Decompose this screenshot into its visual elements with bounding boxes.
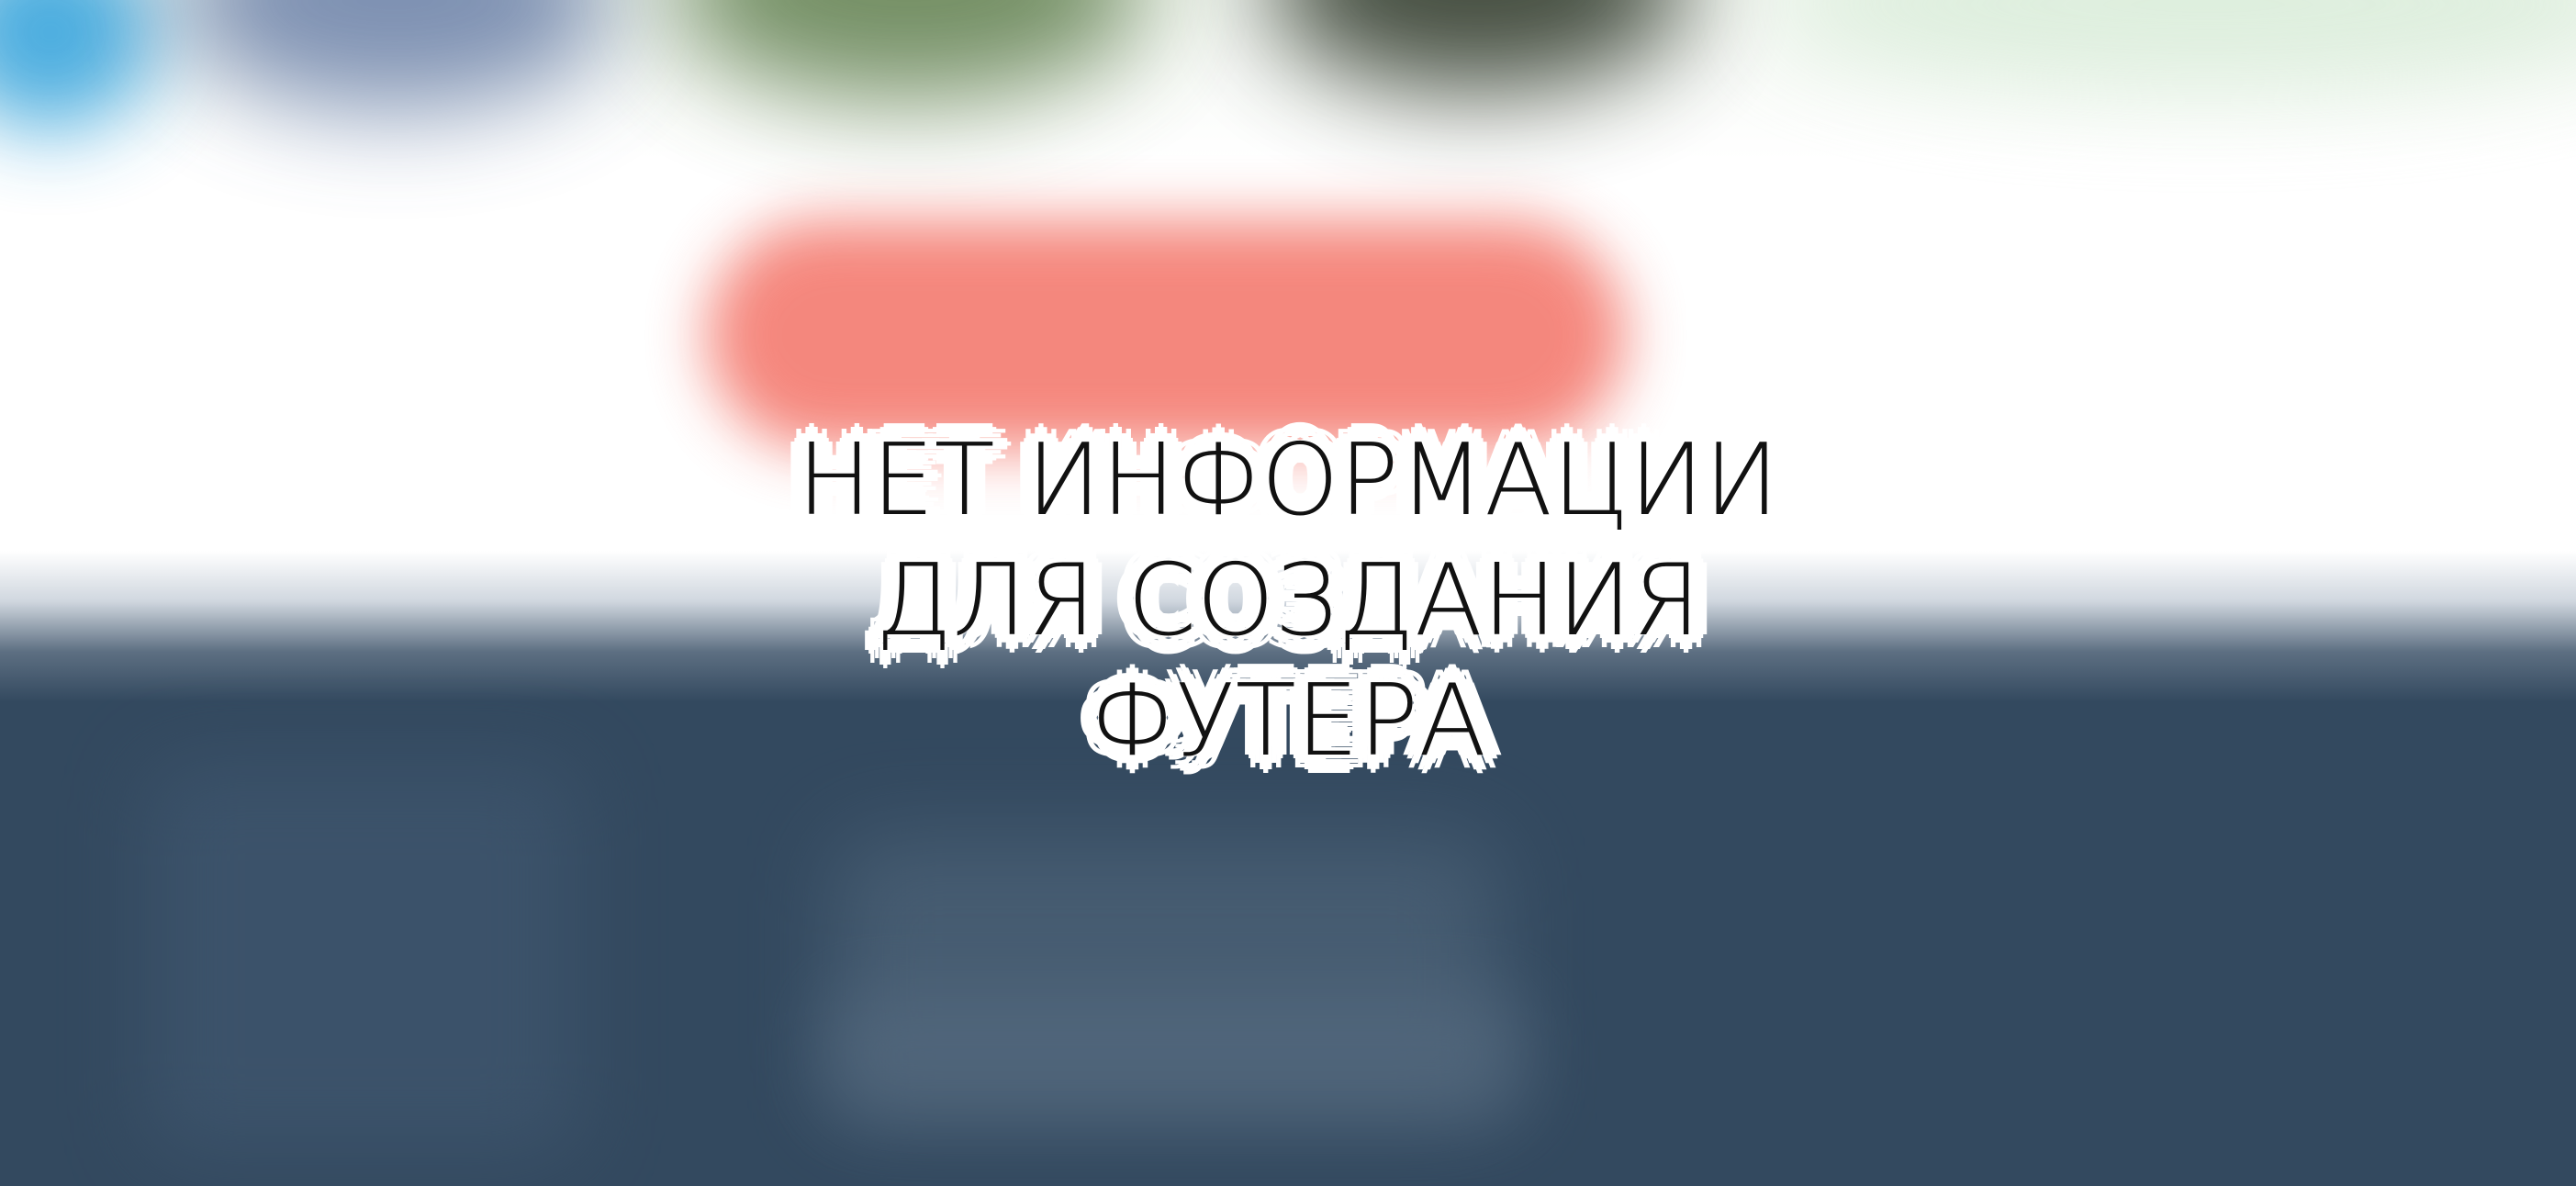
message-line-2: ДЛЯ СОЗДАНИЯ — [875, 543, 1701, 658]
message-line-3: ФУТЕРА — [1090, 664, 1486, 778]
blurred-footer-column — [147, 762, 578, 1157]
no-footer-info-message: НЕТ ИНФОРМАЦИИ ДЛЯ СОЗДАНИЯ ФУТЕРА — [0, 420, 2576, 781]
blurred-cta-button — [707, 220, 1625, 450]
message-line-1: НЕТ ИНФОРМАЦИИ — [797, 423, 1779, 538]
footer-preview-canvas: НЕТ ИНФОРМАЦИИ ДЛЯ СОЗДАНИЯ ФУТЕРА — [0, 0, 2576, 1186]
blurred-footer-column — [826, 991, 1524, 1120]
